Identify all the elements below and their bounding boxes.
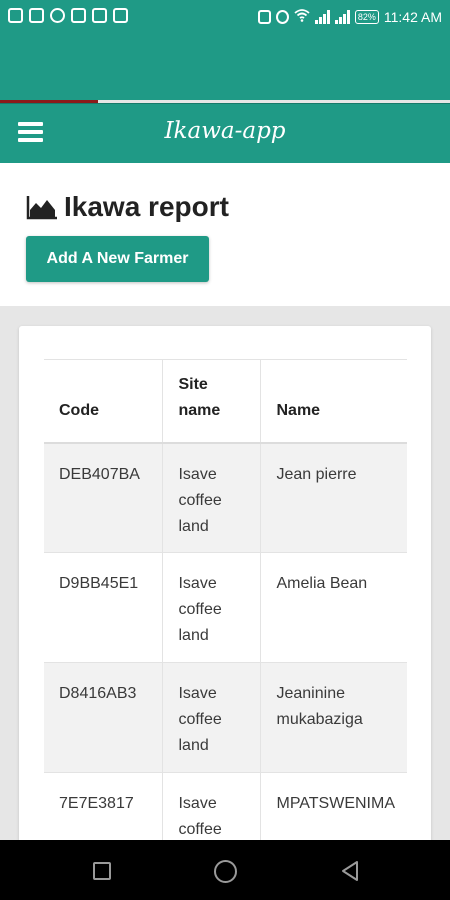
app-brand[interactable]: Ikawa-app [0,118,450,144]
news-icon [92,8,107,23]
home-icon[interactable] [214,860,237,883]
vibrate-icon [257,9,271,24]
cell-name: Jeaninine mukabaziga [276,685,363,728]
title-row: Ikawa report [26,191,229,223]
twitter-icon [29,8,44,23]
table-row[interactable]: D8416AB3 Isave coffee land Jeaninine muk… [44,662,407,773]
report-card: Code Site name Name DEB407BA Isave coffe… [19,326,431,846]
cell-name: Jean pierre [276,465,357,483]
cell-site: Isave coffee land [162,772,262,846]
status-bar: 82% 11:42 AM [0,0,450,34]
notification-icons [8,8,128,23]
image-icon [71,8,86,23]
column-header-site[interactable]: Site name [162,359,262,443]
cell-code: D8416AB3 [44,662,164,773]
area-chart-icon [26,196,57,220]
farmers-table: Code Site name Name DEB407BA Isave coffe… [44,359,407,846]
page-title: Ikawa report [64,191,229,222]
add-farmer-button[interactable]: Add A New Farmer [26,236,209,282]
cell-name: MPATSWENIMA [276,795,395,812]
column-header-code[interactable]: Code [44,359,164,443]
cell-code: 7E7E3817 [44,772,164,846]
facebook-icon [8,8,23,23]
system-icons: 82% 11:42 AM [257,8,442,25]
table-header-row: Code Site name Name [44,359,407,443]
battery-icon: 82% [354,9,379,24]
clock: 11:42 AM [383,8,442,25]
alarm-icon [275,9,289,24]
cell-site: Isave coffee land [162,442,262,553]
notification-icon [113,8,128,23]
app-navbar: Ikawa-app [0,103,450,163]
recent-apps-icon[interactable] [93,862,111,880]
page-header: Ikawa report Add A New Farmer [0,163,450,306]
back-icon[interactable] [340,860,360,882]
android-nav-bar [0,840,450,900]
table-row[interactable]: 7E7E3817 Isave coffee land MPATSWENIMA [44,772,407,846]
cell-code: D9BB45E1 [44,552,164,663]
signal-icon [334,9,350,24]
cell-site: Isave coffee land [162,662,262,773]
app-top-band [0,34,450,100]
cell-site: Isave coffee land [162,552,262,663]
table-row[interactable]: D9BB45E1 Isave coffee land Amelia Bean [44,552,407,663]
wifi-icon [294,8,310,25]
cell-code: DEB407BA [44,442,164,553]
skype-icon [50,8,65,23]
signal-icon [314,9,330,24]
table-row[interactable]: DEB407BA Isave coffee land Jean pierre [44,442,407,553]
cell-name: Amelia Bean [276,575,368,592]
column-header-name[interactable]: Name [261,360,407,443]
